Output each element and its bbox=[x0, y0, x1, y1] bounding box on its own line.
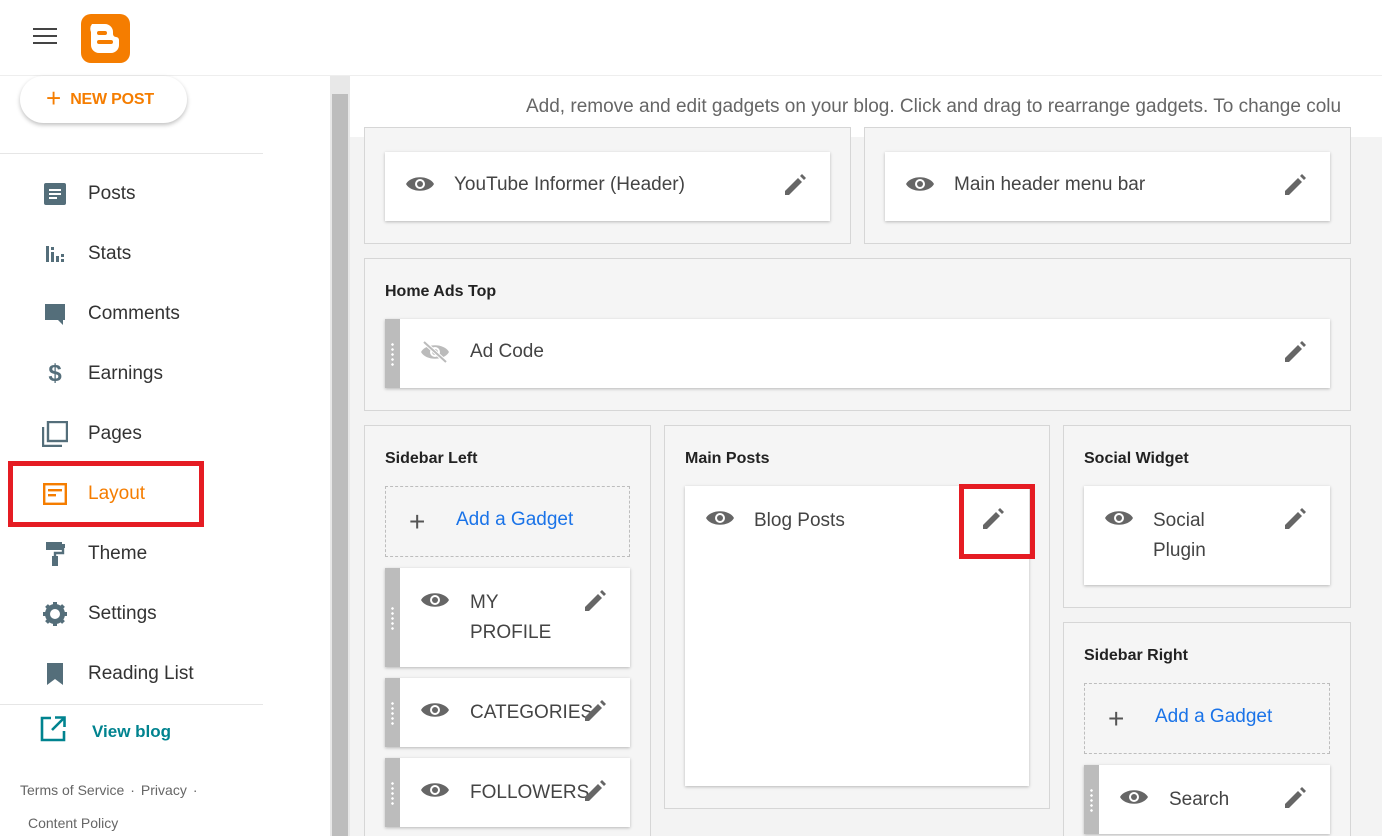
eye-icon[interactable] bbox=[405, 174, 435, 194]
sidebar-item-posts[interactable]: Posts bbox=[40, 176, 260, 212]
bookmark-icon bbox=[40, 659, 70, 689]
sidebar: + NEW POST Posts Stats Comments $ Earnin… bbox=[0, 76, 330, 836]
paint-roller-icon bbox=[40, 539, 70, 569]
comments-icon bbox=[40, 299, 70, 329]
section-sidebar-right: Sidebar Right + Add a Gadget Search bbox=[1063, 622, 1351, 836]
pencil-edit-icon[interactable] bbox=[582, 588, 608, 614]
sidebar-item-stats[interactable]: Stats bbox=[40, 236, 260, 272]
gadget-categories[interactable]: CATEGORIES bbox=[385, 678, 630, 747]
gadget-youtube-informer[interactable]: YouTube Informer (Header) bbox=[385, 152, 830, 221]
add-gadget-button[interactable]: + Add a Gadget bbox=[1084, 683, 1330, 754]
gadget-search[interactable]: Search bbox=[1084, 765, 1330, 834]
pencil-edit-icon[interactable] bbox=[1282, 785, 1308, 811]
gadget-my-profile[interactable]: MY PROFILE bbox=[385, 568, 630, 667]
divider bbox=[0, 153, 263, 154]
pencil-edit-icon[interactable] bbox=[1282, 172, 1308, 198]
section-social-widget: Social Widget Social Plugin bbox=[1063, 425, 1351, 608]
drag-handle[interactable] bbox=[385, 568, 400, 667]
section-sidebar-left: Sidebar Left + Add a Gadget MY PROFILE C… bbox=[364, 425, 651, 836]
edit-highlight-box bbox=[959, 484, 1035, 559]
pencil-edit-icon[interactable] bbox=[1282, 506, 1308, 532]
main-content: Add, remove and edit gadgets on your blo… bbox=[350, 76, 1382, 836]
pencil-edit-icon[interactable] bbox=[1282, 339, 1308, 365]
plus-icon: + bbox=[46, 83, 62, 113]
sidebar-item-settings[interactable]: Settings bbox=[40, 596, 260, 632]
header-section-right: Main header menu bar bbox=[864, 127, 1351, 244]
eye-icon[interactable] bbox=[1119, 787, 1149, 807]
gadget-main-header-menu[interactable]: Main header menu bar bbox=[885, 152, 1330, 221]
stats-icon bbox=[40, 239, 70, 269]
divider bbox=[0, 704, 263, 705]
plus-icon: + bbox=[409, 506, 426, 537]
blogger-logo-icon[interactable] bbox=[81, 14, 130, 63]
add-gadget-button[interactable]: + Add a Gadget bbox=[385, 486, 630, 557]
eye-icon[interactable] bbox=[420, 590, 450, 610]
gadget-name-line1: MY bbox=[470, 592, 499, 613]
privacy-link[interactable]: Privacy bbox=[141, 782, 187, 798]
sidebar-item-theme[interactable]: Theme bbox=[40, 536, 260, 572]
posts-icon bbox=[40, 179, 70, 209]
section-title: Sidebar Right bbox=[1084, 647, 1189, 664]
section-title: Main Posts bbox=[685, 450, 770, 467]
dollar-icon: $ bbox=[48, 360, 62, 387]
eye-icon[interactable] bbox=[1104, 508, 1134, 528]
terms-link[interactable]: Terms of Service bbox=[20, 782, 124, 798]
gear-icon bbox=[40, 599, 70, 629]
eye-off-icon[interactable] bbox=[420, 340, 450, 364]
drag-handle[interactable] bbox=[385, 758, 400, 827]
hamburger-menu-icon[interactable] bbox=[33, 28, 57, 46]
layout-hint-text: Add, remove and edit gadgets on your blo… bbox=[526, 96, 1342, 117]
top-bar bbox=[0, 0, 1382, 76]
layout-canvas: YouTube Informer (Header) Main header me… bbox=[350, 127, 1382, 836]
pencil-edit-icon[interactable] bbox=[582, 698, 608, 724]
gadget-name-line2: Plugin bbox=[1153, 540, 1206, 561]
external-link-icon bbox=[40, 716, 66, 747]
sidebar-item-earnings[interactable]: $ Earnings bbox=[40, 356, 260, 392]
gadget-social-plugin[interactable]: Social Plugin bbox=[1084, 486, 1330, 585]
eye-icon[interactable] bbox=[705, 508, 735, 528]
gadget-ad-code[interactable]: Ad Code bbox=[385, 319, 1330, 388]
sidebar-item-comments[interactable]: Comments bbox=[40, 296, 260, 332]
drag-handle[interactable] bbox=[385, 319, 400, 388]
pencil-edit-icon[interactable] bbox=[782, 172, 808, 198]
pencil-edit-icon[interactable] bbox=[582, 778, 608, 804]
sidebar-item-reading-list[interactable]: Reading List bbox=[40, 656, 260, 692]
section-title: Social Widget bbox=[1084, 450, 1189, 467]
new-post-button[interactable]: + NEW POST bbox=[20, 76, 187, 123]
eye-icon[interactable] bbox=[420, 780, 450, 800]
drag-handle[interactable] bbox=[1084, 765, 1099, 834]
header-section-left: YouTube Informer (Header) bbox=[364, 127, 851, 244]
drag-handle[interactable] bbox=[385, 678, 400, 747]
eye-icon[interactable] bbox=[905, 174, 935, 194]
section-main-posts: Main Posts Blog Posts bbox=[664, 425, 1050, 809]
gadget-followers[interactable]: FOLLOWERS bbox=[385, 758, 630, 827]
section-title: Home Ads Top bbox=[385, 283, 497, 300]
pages-icon bbox=[40, 419, 70, 449]
eye-icon[interactable] bbox=[420, 700, 450, 720]
section-title: Sidebar Left bbox=[385, 450, 478, 467]
footer-links: Terms of Service · Privacy · Content Policy bbox=[20, 782, 198, 831]
scrollbar-thumb[interactable] bbox=[332, 94, 348, 836]
layout-highlight-box bbox=[8, 461, 204, 527]
view-blog-link[interactable]: View blog bbox=[40, 716, 171, 747]
gadget-name-line1: Social bbox=[1153, 510, 1205, 531]
section-home-ads-top: Home Ads Top Ad Code bbox=[364, 258, 1351, 411]
content-policy-link[interactable]: Content Policy bbox=[28, 815, 118, 831]
sidebar-item-pages[interactable]: Pages bbox=[40, 416, 260, 452]
gadget-name-line2: PROFILE bbox=[470, 622, 552, 643]
plus-icon: + bbox=[1108, 703, 1125, 734]
